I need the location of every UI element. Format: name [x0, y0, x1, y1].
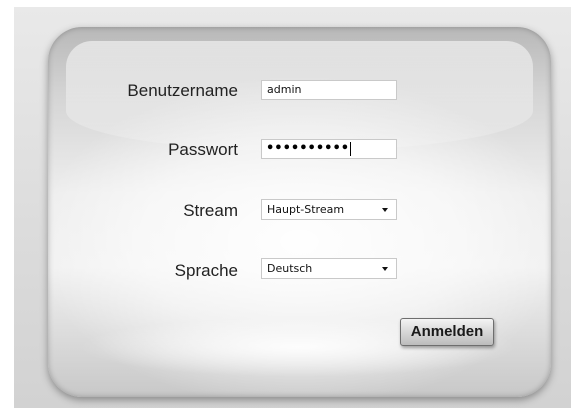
login-page: Benutzername admin Passwort •••••••••• S…: [0, 0, 571, 408]
text-caret: [350, 141, 352, 156]
stream-select[interactable]: Haupt-Stream: [261, 199, 397, 220]
chevron-down-icon: [382, 208, 388, 212]
chevron-down-icon: [382, 267, 388, 271]
username-input[interactable]: admin: [261, 80, 397, 100]
login-button[interactable]: Anmelden: [400, 318, 494, 346]
username-label: Benutzername: [127, 81, 238, 100]
password-label: Passwort: [168, 140, 238, 159]
password-mask: ••••••••••: [266, 141, 350, 156]
language-label: Sprache: [174, 261, 238, 280]
language-select[interactable]: Deutsch: [261, 258, 397, 279]
stream-label: Stream: [183, 201, 238, 220]
stream-select-value: Haupt-Stream: [267, 203, 345, 216]
password-input[interactable]: ••••••••••: [261, 139, 397, 159]
language-select-value: Deutsch: [267, 262, 313, 275]
